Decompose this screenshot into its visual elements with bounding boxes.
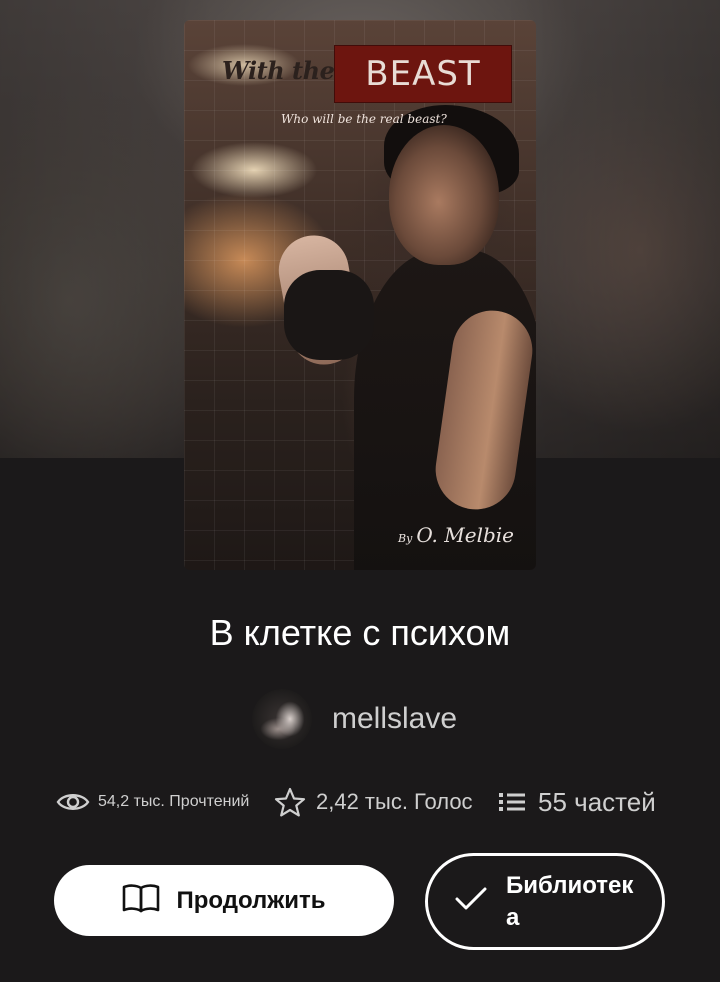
- cover-author-name: O. Melbie: [416, 523, 514, 547]
- stat-parts: 55 частей: [498, 782, 656, 822]
- cover-title-part2: BEAST: [334, 45, 512, 103]
- stat-reads-text: 54,2 тыс. Прочтений: [98, 793, 250, 810]
- stat-parts-text: 55 частей: [538, 786, 656, 817]
- continue-reading-button[interactable]: Продолжить: [54, 865, 394, 936]
- open-book-icon: [122, 882, 160, 919]
- author-link[interactable]: mellslave: [252, 688, 457, 750]
- cover-tagline: Who will be the real beast?: [281, 112, 447, 126]
- stat-votes: 2,42 тыс. Голос: [274, 782, 473, 822]
- stat-reads: 54,2 тыс. Прочтений: [56, 782, 249, 822]
- list-icon: [498, 791, 526, 813]
- checkmark-icon: [454, 886, 488, 917]
- author-avatar[interactable]: [252, 689, 312, 749]
- book-title: В клетке с психом: [209, 612, 511, 653]
- cover-figure-glove: [284, 270, 374, 360]
- cover-title-part1: With the: [222, 56, 335, 85]
- book-cover[interactable]: With the BEAST Who will be the real beas…: [184, 20, 536, 570]
- author-username[interactable]: mellslave: [332, 702, 457, 736]
- story-stats: 54,2 тыс. Прочтений 2,42 тыс. Голос 55 ч…: [56, 782, 676, 822]
- library-button[interactable]: Библиотека: [425, 853, 665, 950]
- cover-figure-face: [389, 125, 499, 265]
- star-icon: [274, 787, 306, 817]
- continue-reading-label: Продолжить: [176, 886, 326, 914]
- cover-author: By O. Melbie: [398, 523, 514, 547]
- library-label: Библиотека: [506, 871, 634, 931]
- cover-author-prefix: By: [398, 532, 413, 545]
- stat-votes-text: 2,42 тыс. Голос: [316, 789, 473, 814]
- eye-icon: [56, 791, 90, 813]
